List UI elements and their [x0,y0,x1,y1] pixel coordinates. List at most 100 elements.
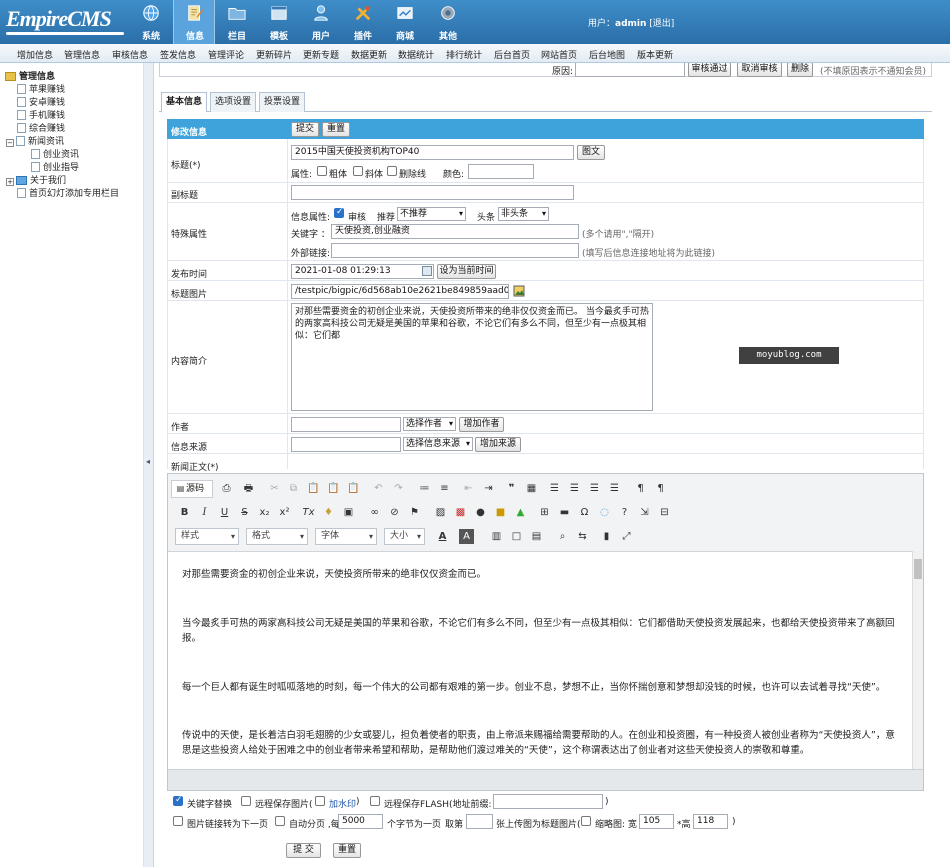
add-source-button[interactable]: 增加来源 [475,437,521,452]
extlink-input[interactable] [331,243,579,258]
show-blocks-icon[interactable]: ▥ [489,529,504,544]
superscript-icon[interactable]: x² [277,505,292,520]
scrollbar-thumb[interactable] [914,559,922,579]
font-dropdown[interactable]: 字体 [315,528,377,545]
subnav-add[interactable]: 增加信息 [17,48,53,61]
author-select[interactable]: 选择作者 [403,417,456,431]
justify-icon[interactable]: ☰ [607,481,622,496]
time-input[interactable]: 2021-01-08 01:29:13 [291,264,434,279]
underline-icon[interactable]: U [217,505,232,520]
image-select-icon[interactable] [513,285,525,297]
tab-vote[interactable]: 投票设置 [259,92,305,112]
source-select[interactable]: 选择信息来源 [403,437,473,451]
tree-news[interactable]: − 新闻资讯 [6,134,64,147]
tree-item[interactable]: 综合赚钱 [17,121,65,134]
subscript-icon[interactable]: x₂ [257,505,272,520]
about-icon[interactable]: ? [617,505,632,520]
unlink-icon[interactable]: ⊘ [387,505,402,520]
submit-button-top[interactable]: 提交 [291,122,319,137]
watermark-label[interactable]: 加水印 [329,797,356,810]
horizontal-rule-icon[interactable]: ▬ [557,505,572,520]
collapse-icon[interactable]: − [6,139,14,147]
source-input[interactable] [291,437,401,452]
subnav-admin-home[interactable]: 后台首页 [494,48,530,61]
paste-word-icon[interactable]: 📋 [346,481,361,496]
menu-template[interactable]: 模板 [258,0,300,44]
flash-icon[interactable]: ▩ [453,505,468,520]
subnav-stats[interactable]: 数据统计 [398,48,434,61]
subtitle-input[interactable] [291,185,574,200]
cancel-audit-button[interactable]: 取消审核 [737,63,782,77]
print-icon[interactable]: 🖶 [241,481,256,496]
pic-input[interactable]: /testpic/bigpic/6d568ab10e2621be849859aa… [291,284,509,299]
expand-icon[interactable]: + [6,178,14,186]
indent-icon[interactable]: ⇥ [481,481,496,496]
tree-about[interactable]: + 关于我们 [6,173,66,186]
tab-basic[interactable]: 基本信息 [161,92,207,112]
tree-item[interactable]: 首页幻灯添加专用栏目 [17,186,119,199]
logout-link[interactable]: [退出] [649,19,674,29]
media-icon[interactable]: ● [473,505,488,520]
fullscreen-icon[interactable]: ⤢ [619,529,634,544]
thumb-width-input[interactable]: 105 [639,814,674,829]
find-icon[interactable]: ⌕ [555,529,570,544]
tree-root[interactable]: 管理信息 [5,69,55,82]
italic-checkbox[interactable] [353,166,363,176]
subnav-audit[interactable]: 审核信息 [112,48,148,61]
subnav-comments[interactable]: 管理评论 [208,48,244,61]
bullet-list-icon[interactable]: ≡ [437,481,452,496]
image-icon[interactable]: ▨ [433,505,448,520]
paste-text-icon[interactable]: 📋 [326,481,341,496]
reset-button-top[interactable]: 重置 [322,122,350,137]
undo-icon[interactable]: ↶ [371,481,386,496]
new-page-icon[interactable]: □ [509,529,524,544]
subnav-version[interactable]: 版本更新 [637,48,673,61]
flash-prefix-input[interactable] [493,794,603,809]
tree-item[interactable]: 手机赚钱 [17,108,65,121]
remove-format-icon[interactable]: Tx [301,505,316,520]
tree-item[interactable]: 安卓赚钱 [17,95,65,108]
title-pic-button[interactable]: 图文 [577,145,605,160]
div-icon[interactable]: ▦ [524,481,539,496]
bold-checkbox[interactable] [317,166,327,176]
delete-button[interactable]: 删除 [787,63,813,77]
copy-format-icon[interactable]: ♦ [321,505,336,520]
italic-icon[interactable]: I [197,505,212,520]
menu-plugin[interactable]: 插件 [342,0,384,44]
tree-splitter[interactable]: ◂ [144,63,154,867]
headline-select[interactable]: 非头条 [498,207,549,221]
template-insert-icon[interactable]: ▣ [341,505,356,520]
submit-button[interactable]: 提 交 [286,843,321,858]
format-dropdown[interactable]: 格式 [246,528,308,545]
pic-link-checkbox[interactable] [173,816,183,826]
blockquote-icon[interactable]: ❞ [504,481,519,496]
strikethrough-icon[interactable]: S [237,505,252,520]
menu-column[interactable]: 栏目 [216,0,258,44]
subnav-rank[interactable]: 排行统计 [446,48,482,61]
subnav-sign[interactable]: 签发信息 [160,48,196,61]
subnav-update[interactable]: 数据更新 [351,48,387,61]
summary-textarea[interactable]: 对那些需要资金的初创企业来说，天使投资所带来的绝非仅仅资金而已。 当今最炙手可热… [291,303,653,411]
bold-icon[interactable]: B [177,505,192,520]
collapse-arrow-icon[interactable]: ◂ [146,457,150,466]
style-dropdown[interactable]: 样式 [175,528,239,545]
menu-info[interactable]: 信息 [173,0,215,44]
subnav-site-home[interactable]: 网站首页 [541,48,577,61]
watermark-checkbox[interactable] [315,796,325,806]
outdent-icon[interactable]: ⇤ [461,481,476,496]
thumb-height-input[interactable]: 118 [693,814,728,829]
menu-user[interactable]: 用户 [300,0,342,44]
color-input[interactable] [468,164,534,179]
tab-options[interactable]: 选项设置 [210,92,256,112]
tree-item[interactable]: 苹果赚钱 [17,82,65,95]
paste-icon[interactable]: 📋 [306,481,321,496]
take-input[interactable] [466,814,493,829]
subnav-sitemap[interactable]: 后台地图 [589,48,625,61]
menu-system[interactable]: 系统 [130,0,172,44]
cut-icon[interactable]: ✂ [267,481,282,496]
kw-replace-checkbox[interactable] [173,795,183,806]
menu-shop[interactable]: 商城 [384,0,426,44]
redo-icon[interactable]: ↷ [391,481,406,496]
attachment-icon[interactable]: ▲ [513,505,528,520]
author-input[interactable] [291,417,401,432]
